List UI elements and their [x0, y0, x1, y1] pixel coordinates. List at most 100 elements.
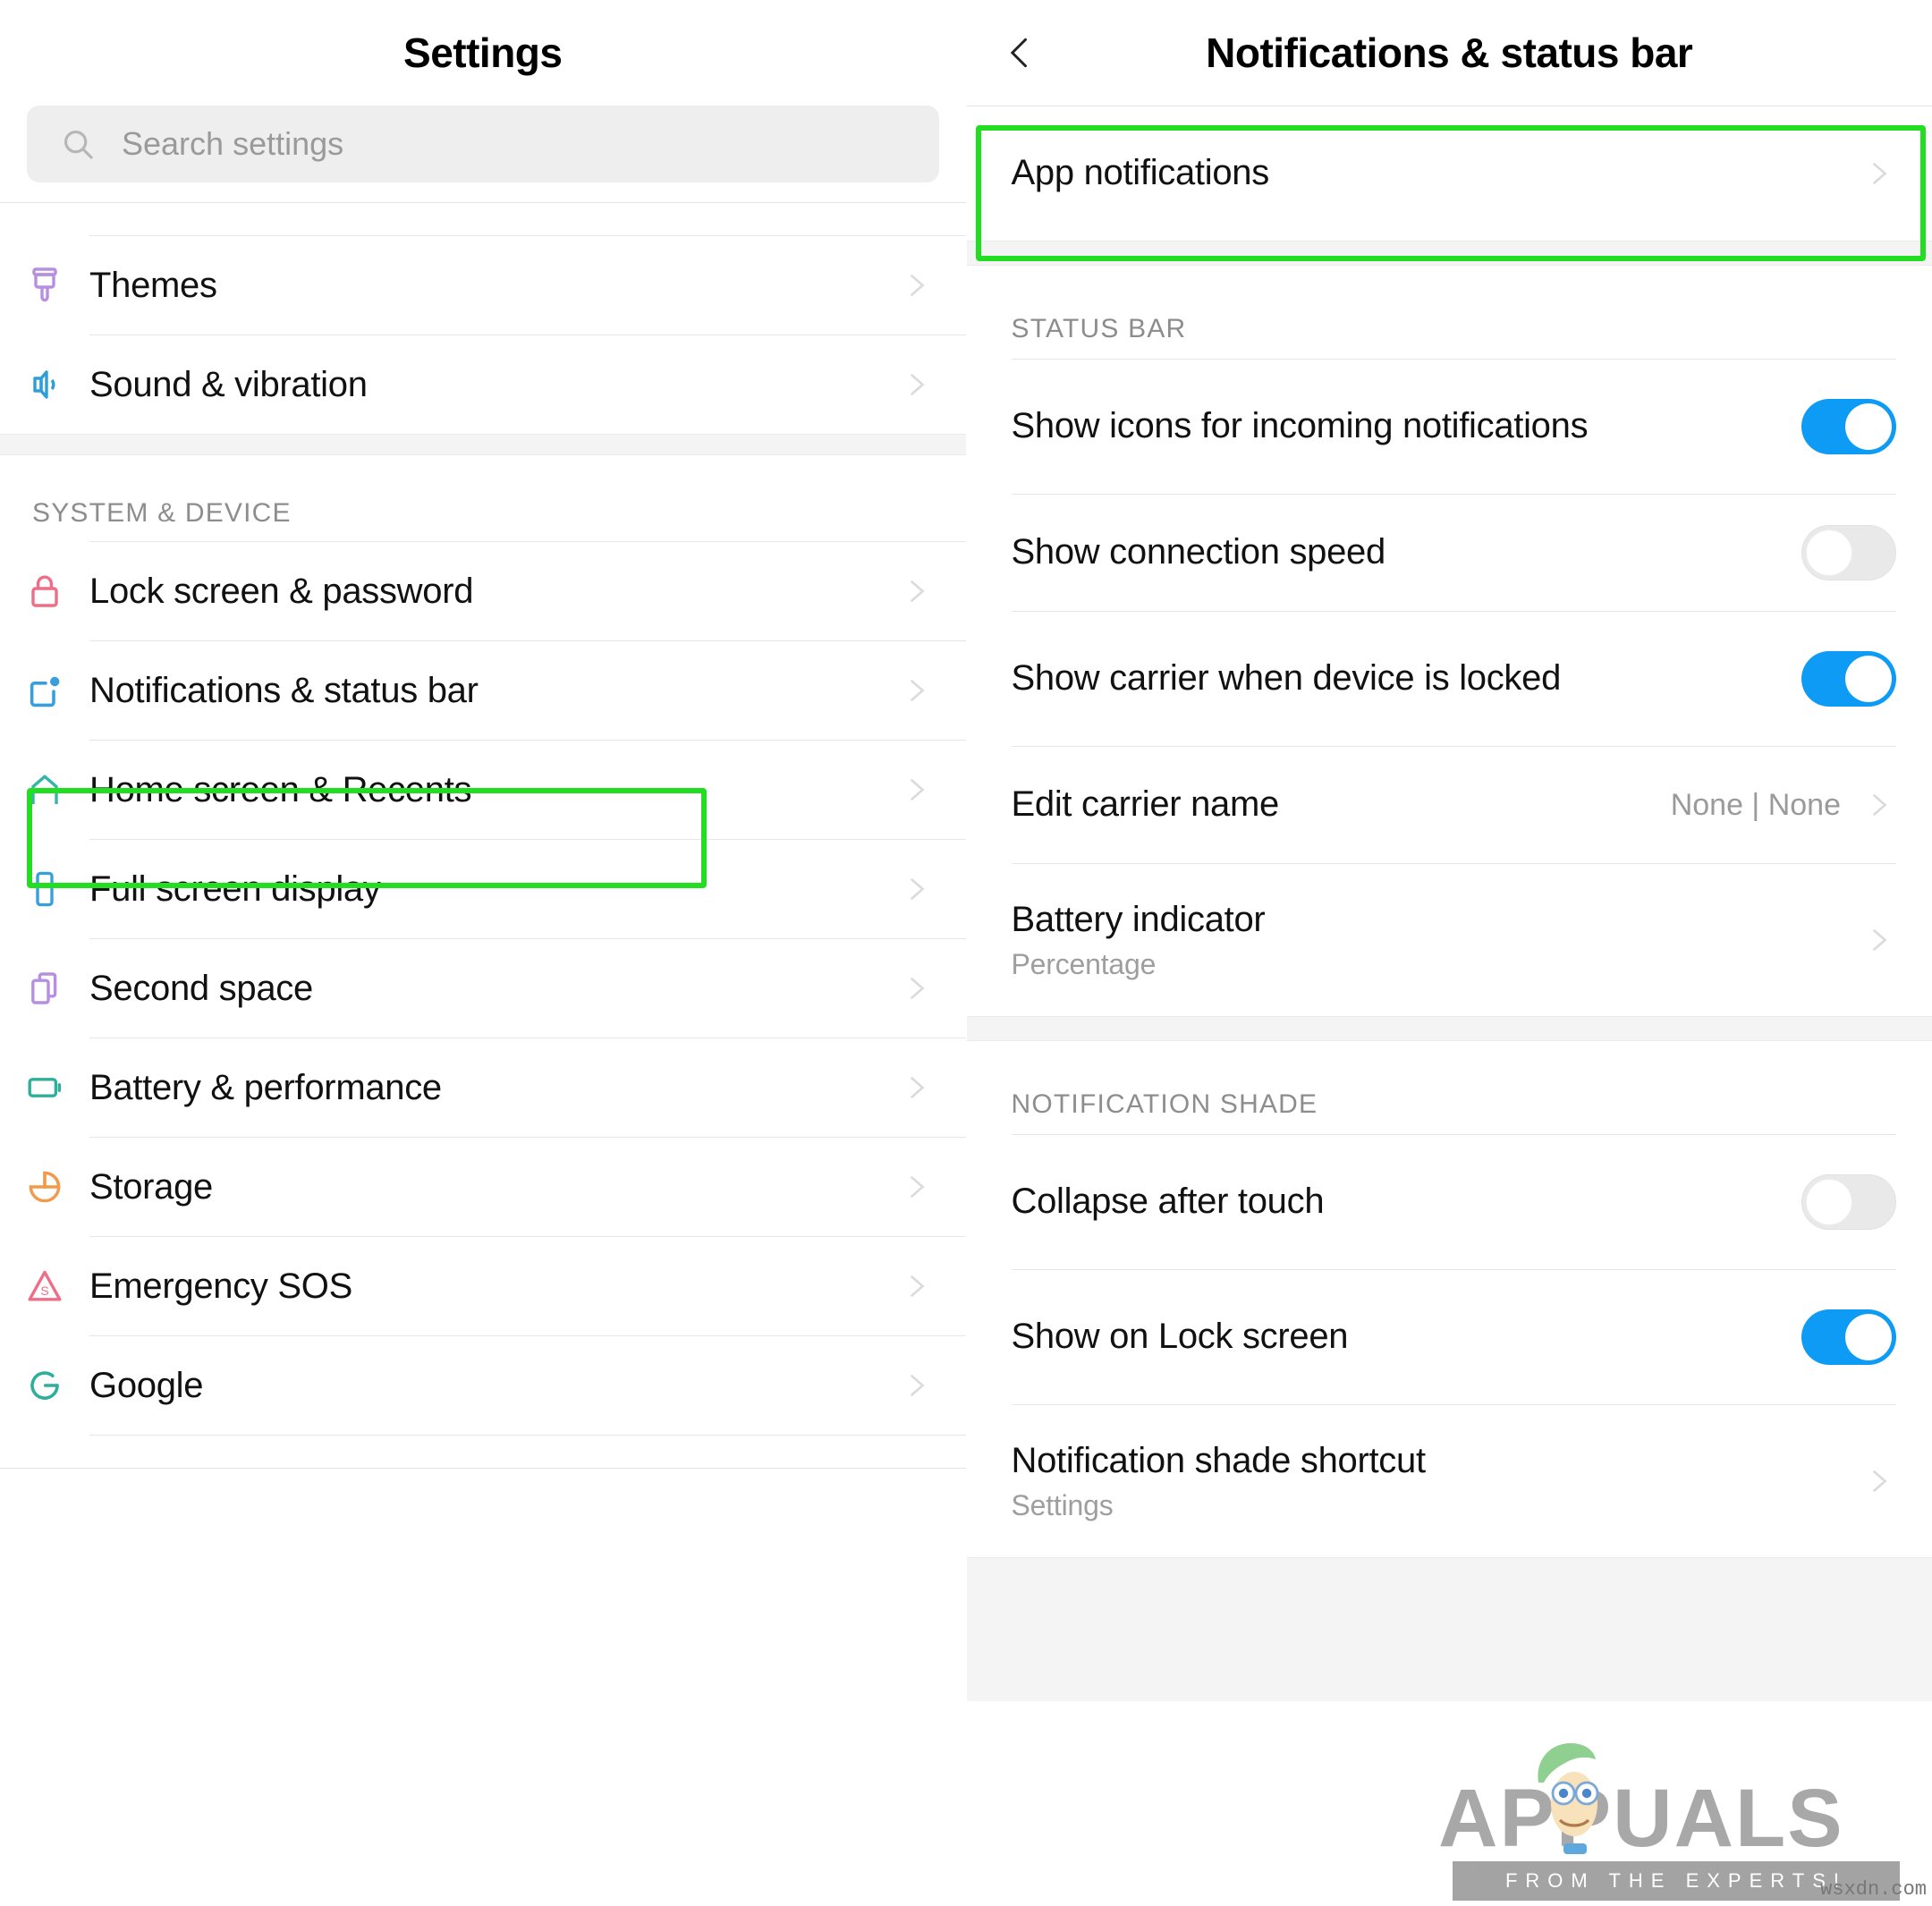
sidebar-item-label: Google: [89, 1365, 204, 1405]
sidebar-item-themes[interactable]: Themes: [0, 236, 966, 335]
settings-panel: Settings Search settings Themes Sound & …: [0, 0, 967, 1906]
sidebar-item-second-space[interactable]: Second space: [0, 939, 966, 1038]
row-show-icons-incoming-notifications[interactable]: Show icons for incoming notifications: [966, 360, 1932, 494]
row-title: Battery indicator: [1011, 899, 1266, 939]
sidebar-item-notifications-status-bar[interactable]: Notifications & status bar: [0, 641, 966, 740]
chevron-right-icon: [898, 873, 934, 905]
row-edit-carrier-name[interactable]: Edit carrier name None | None: [966, 747, 1932, 863]
row-show-connection-speed[interactable]: Show connection speed: [966, 495, 1932, 611]
section-band: [966, 241, 1932, 266]
chevron-right-icon: [1860, 157, 1896, 190]
sidebar-item-sound-vibration[interactable]: Sound & vibration: [0, 335, 966, 434]
sidebar-item-label: Sound & vibration: [89, 364, 368, 404]
sidebar-item-storage[interactable]: Storage: [0, 1138, 966, 1236]
sidebar-item-label: Home screen & Recents: [89, 769, 472, 809]
clipped-row: [0, 203, 966, 235]
footer-band: [966, 1557, 1932, 1701]
google-g-icon: [0, 1364, 89, 1407]
search-input[interactable]: Search settings: [27, 106, 939, 182]
sidebar-item-lock-screen-password[interactable]: Lock screen & password: [0, 542, 966, 640]
svg-text:S: S: [40, 1283, 48, 1298]
chevron-right-icon: [1860, 924, 1896, 956]
toggle-show-on-lock-screen[interactable]: [1801, 1309, 1896, 1365]
sidebar-item-label: Second space: [89, 968, 313, 1008]
row-app-notifications[interactable]: App notifications: [966, 106, 1932, 241]
chevron-right-icon: [898, 269, 934, 301]
page-title: Settings: [403, 30, 563, 76]
chevron-right-icon: [898, 575, 934, 607]
sidebar-item-label: Lock screen & password: [89, 571, 474, 611]
row-label: Show on Lock screen: [1011, 1317, 1349, 1357]
row-notification-shade-shortcut[interactable]: Notification shade shortcut Settings: [966, 1405, 1932, 1557]
row-label: App notifications: [1011, 153, 1270, 193]
row-label: Battery indicator Percentage: [1012, 899, 1861, 982]
section-band: [966, 1016, 1932, 1041]
row-label: Edit carrier name: [1011, 784, 1280, 825]
chevron-right-icon: [898, 1369, 934, 1402]
toggle-show-connection-speed[interactable]: [1801, 525, 1896, 580]
pie-chart-icon: [0, 1165, 89, 1208]
toggle-show-icons-incoming-notifications[interactable]: [1801, 399, 1896, 454]
chevron-right-icon: [1860, 789, 1896, 821]
row-value: None | None: [1670, 787, 1841, 822]
page-title: Notifications & status bar: [1206, 30, 1693, 76]
row-label: Notification shade shortcut Settings: [1012, 1440, 1861, 1523]
battery-icon: [0, 1066, 89, 1109]
notification-badge-icon: [0, 669, 89, 712]
toggle-show-carrier-when-locked[interactable]: [1801, 651, 1896, 707]
sidebar-item-label: Battery & performance: [89, 1067, 442, 1107]
lock-icon: [0, 570, 89, 613]
section-header-system-device: SYSTEM & DEVICE: [32, 498, 292, 528]
chevron-right-icon: [898, 368, 934, 401]
row-subtitle: Percentage: [1011, 947, 1157, 980]
toggle-collapse-after-touch[interactable]: [1801, 1174, 1896, 1230]
row-label: Show icons for incoming notifications: [1011, 406, 1589, 446]
row-battery-indicator[interactable]: Battery indicator Percentage: [966, 864, 1932, 1016]
row-show-on-lock-screen[interactable]: Show on Lock screen: [966, 1270, 1932, 1404]
home-icon: [0, 768, 89, 811]
section-band: [0, 434, 966, 455]
sidebar-item-label: Full screen display: [89, 868, 381, 909]
speaker-icon: [0, 363, 89, 406]
row-label: Show connection speed: [1011, 532, 1386, 572]
sidebar-item-battery-performance[interactable]: Battery & performance: [0, 1038, 966, 1137]
row-label: Show carrier when device is locked: [1011, 658, 1562, 699]
sidebar-item-label: Notifications & status bar: [89, 670, 479, 710]
section-header-status-bar: STATUS BAR: [1011, 314, 1187, 343]
phone-icon: [0, 868, 89, 911]
sidebar-item-google[interactable]: Google: [0, 1336, 966, 1435]
row-subtitle: Settings: [1011, 1488, 1114, 1521]
panel-header: Notifications & status bar: [967, 0, 1932, 106]
toggle-knob: [1806, 1179, 1852, 1225]
row-show-carrier-when-locked[interactable]: Show carrier when device is locked: [966, 612, 1932, 746]
sidebar-item-label: Emergency SOS: [89, 1266, 352, 1306]
sidebar-item-label: Storage: [89, 1166, 213, 1207]
row-collapse-after-touch[interactable]: Collapse after touch: [966, 1135, 1932, 1269]
chevron-right-icon: [898, 774, 934, 806]
search-placeholder-text: Search settings: [122, 125, 344, 162]
sidebar-item-label: Themes: [89, 265, 217, 305]
chevron-right-icon: [898, 1171, 934, 1203]
paintbrush-icon: [0, 264, 89, 307]
sos-triangle-icon: S: [0, 1265, 89, 1308]
chevron-right-icon: [898, 972, 934, 1004]
dual-screenshot-composite: Settings Search settings Themes Sound & …: [0, 0, 1932, 1906]
toggle-knob: [1845, 656, 1892, 702]
row-title: Notification shade shortcut: [1011, 1440, 1427, 1480]
spacer: [0, 182, 966, 202]
search-icon: [61, 127, 95, 161]
toggle-knob: [1806, 529, 1852, 576]
sidebar-item-full-screen-display[interactable]: Full screen display: [0, 840, 966, 938]
toggle-knob: [1845, 403, 1892, 450]
clipped-row-bottom: [0, 1436, 966, 1468]
search-container: Search settings: [0, 106, 966, 182]
divider: [0, 1468, 966, 1469]
notifications-status-bar-panel: Notifications & status bar App notificat…: [966, 0, 1932, 1906]
chevron-right-icon: [898, 1270, 934, 1302]
chevron-right-icon: [898, 1072, 934, 1104]
sidebar-item-emergency-sos[interactable]: S Emergency SOS: [0, 1237, 966, 1335]
section-header-notification-shade: NOTIFICATION SHADE: [1011, 1089, 1318, 1119]
chevron-right-icon: [1860, 1465, 1896, 1497]
toggle-knob: [1845, 1314, 1892, 1360]
sidebar-item-home-screen-recents[interactable]: Home screen & Recents: [0, 741, 966, 839]
